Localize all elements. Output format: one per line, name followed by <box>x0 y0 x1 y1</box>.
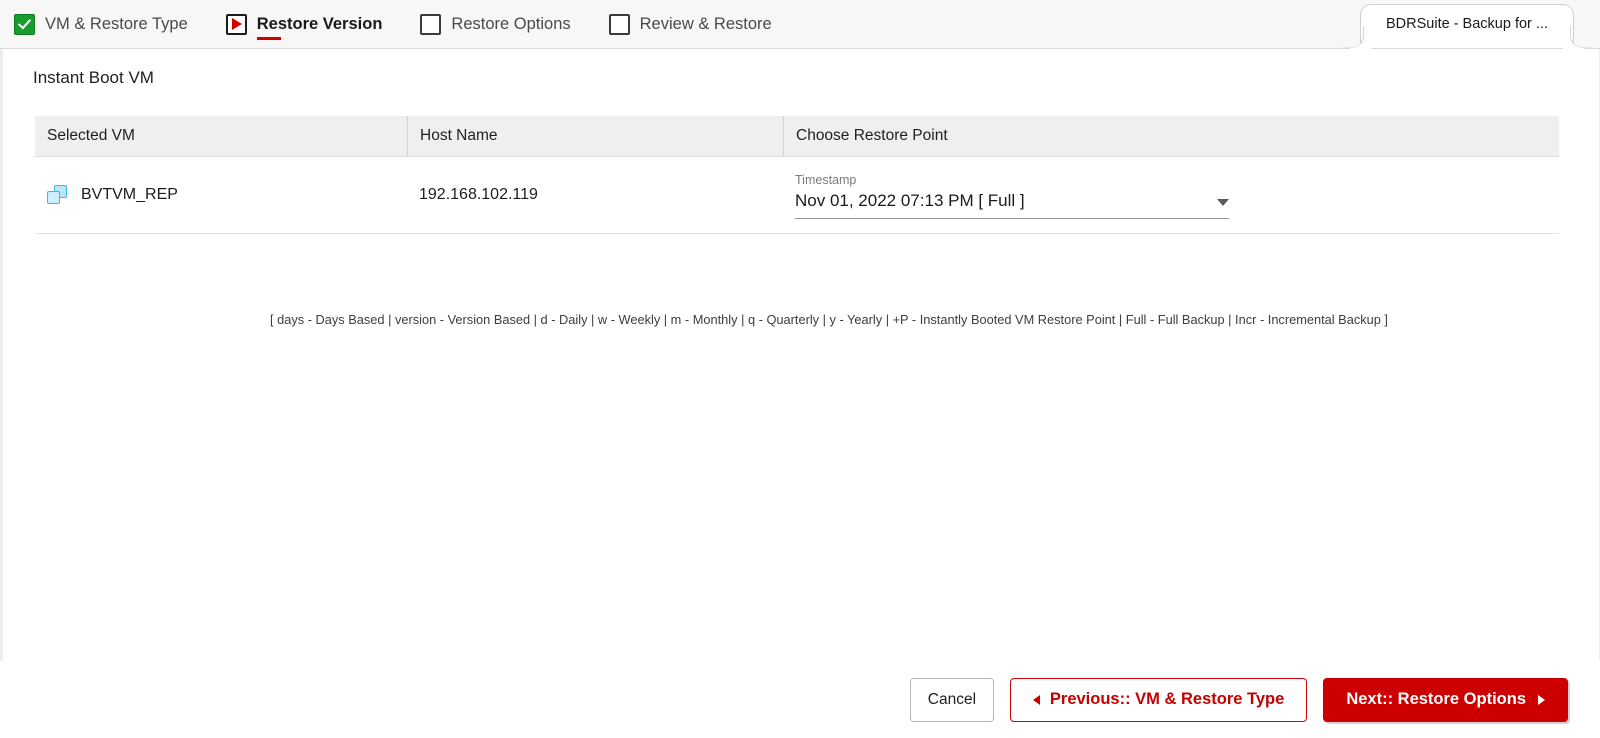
page-content: Instant Boot VM Selected VM Host Name Ch… <box>0 49 1600 661</box>
wizard-steps: VM & Restore Type Restore Version Restor… <box>14 0 810 48</box>
active-step-underline <box>256 37 281 40</box>
arrow-left-icon <box>1032 694 1040 705</box>
previous-button-label: Previous:: VM & Restore Type <box>1049 690 1285 708</box>
app-root: VM & Restore Type Restore Version Restor… <box>0 0 1600 738</box>
vm-stack-icon <box>47 185 69 205</box>
vm-name-label: BVTVM_REP <box>81 186 178 203</box>
wizard-step-label: Review & Restore <box>639 14 772 33</box>
next-button-label: Next:: Restore Options <box>1346 690 1526 708</box>
column-header-selected-vm: Selected VM <box>47 127 135 144</box>
wizard-step-label: VM & Restore Type <box>45 14 188 33</box>
previous-button[interactable]: Previous:: VM & Restore Type <box>1009 677 1308 722</box>
wizard-step-restore-options[interactable]: Restore Options <box>420 0 586 48</box>
browser-tab[interactable]: BDRSuite - Backup for ... <box>1342 2 1592 48</box>
cell-choose-restore-point: Timestamp Nov 01, 2022 07:13 PM [ Full ] <box>783 171 1559 219</box>
table-header-row: Selected VM Host Name Choose Restore Poi… <box>35 116 1559 157</box>
cancel-button[interactable]: Cancel <box>909 677 994 722</box>
play-triangle-icon <box>225 13 247 35</box>
wizard-step-label: Restore Options <box>451 14 571 33</box>
restore-point-selected-value: Nov 01, 2022 07:13 PM [ Full ] <box>795 191 1025 210</box>
page-title: Instant Boot VM <box>33 68 154 87</box>
host-name-value: 192.168.102.119 <box>419 186 538 203</box>
browser-tab-title: BDRSuite - Backup for ... <box>1386 16 1548 32</box>
wizard-step-vm-restore-type[interactable]: VM & Restore Type <box>14 0 204 48</box>
wizard-step-bar: VM & Restore Type Restore Version Restor… <box>0 0 1600 49</box>
column-header-host-name: Host Name <box>407 116 783 156</box>
cell-selected-vm: BVTVM_REP <box>35 185 407 205</box>
wizard-step-label: Restore Version <box>256 14 383 33</box>
instant-boot-vm-table: Selected VM Host Name Choose Restore Poi… <box>35 116 1559 327</box>
empty-checkbox-icon <box>420 13 442 35</box>
empty-checkbox-icon <box>608 13 630 35</box>
wizard-step-review-restore[interactable]: Review & Restore <box>608 0 788 48</box>
table-row: BVTVM_REP 192.168.102.119 Timestamp Nov … <box>35 157 1559 234</box>
arrow-right-icon <box>1538 694 1545 705</box>
column-header-choose-restore-point: Choose Restore Point <box>783 116 1559 156</box>
next-button[interactable]: Next:: Restore Options <box>1323 677 1568 722</box>
chevron-down-icon[interactable] <box>1217 199 1229 206</box>
wizard-footer: Cancel Previous:: VM & Restore Type Next… <box>0 661 1600 738</box>
restore-point-legend: [ days - Days Based | version - Version … <box>270 312 1388 327</box>
wizard-step-restore-version[interactable]: Restore Version <box>225 0 399 48</box>
cell-host-name: 192.168.102.119 <box>407 186 783 204</box>
restore-point-dropdown[interactable]: Timestamp Nov 01, 2022 07:13 PM [ Full ] <box>795 171 1229 219</box>
restore-point-dropdown-control[interactable]: Nov 01, 2022 07:13 PM [ Full ] <box>795 191 1229 219</box>
timestamp-field-label: Timestamp <box>795 173 857 187</box>
checked-checkbox-icon <box>14 13 35 35</box>
